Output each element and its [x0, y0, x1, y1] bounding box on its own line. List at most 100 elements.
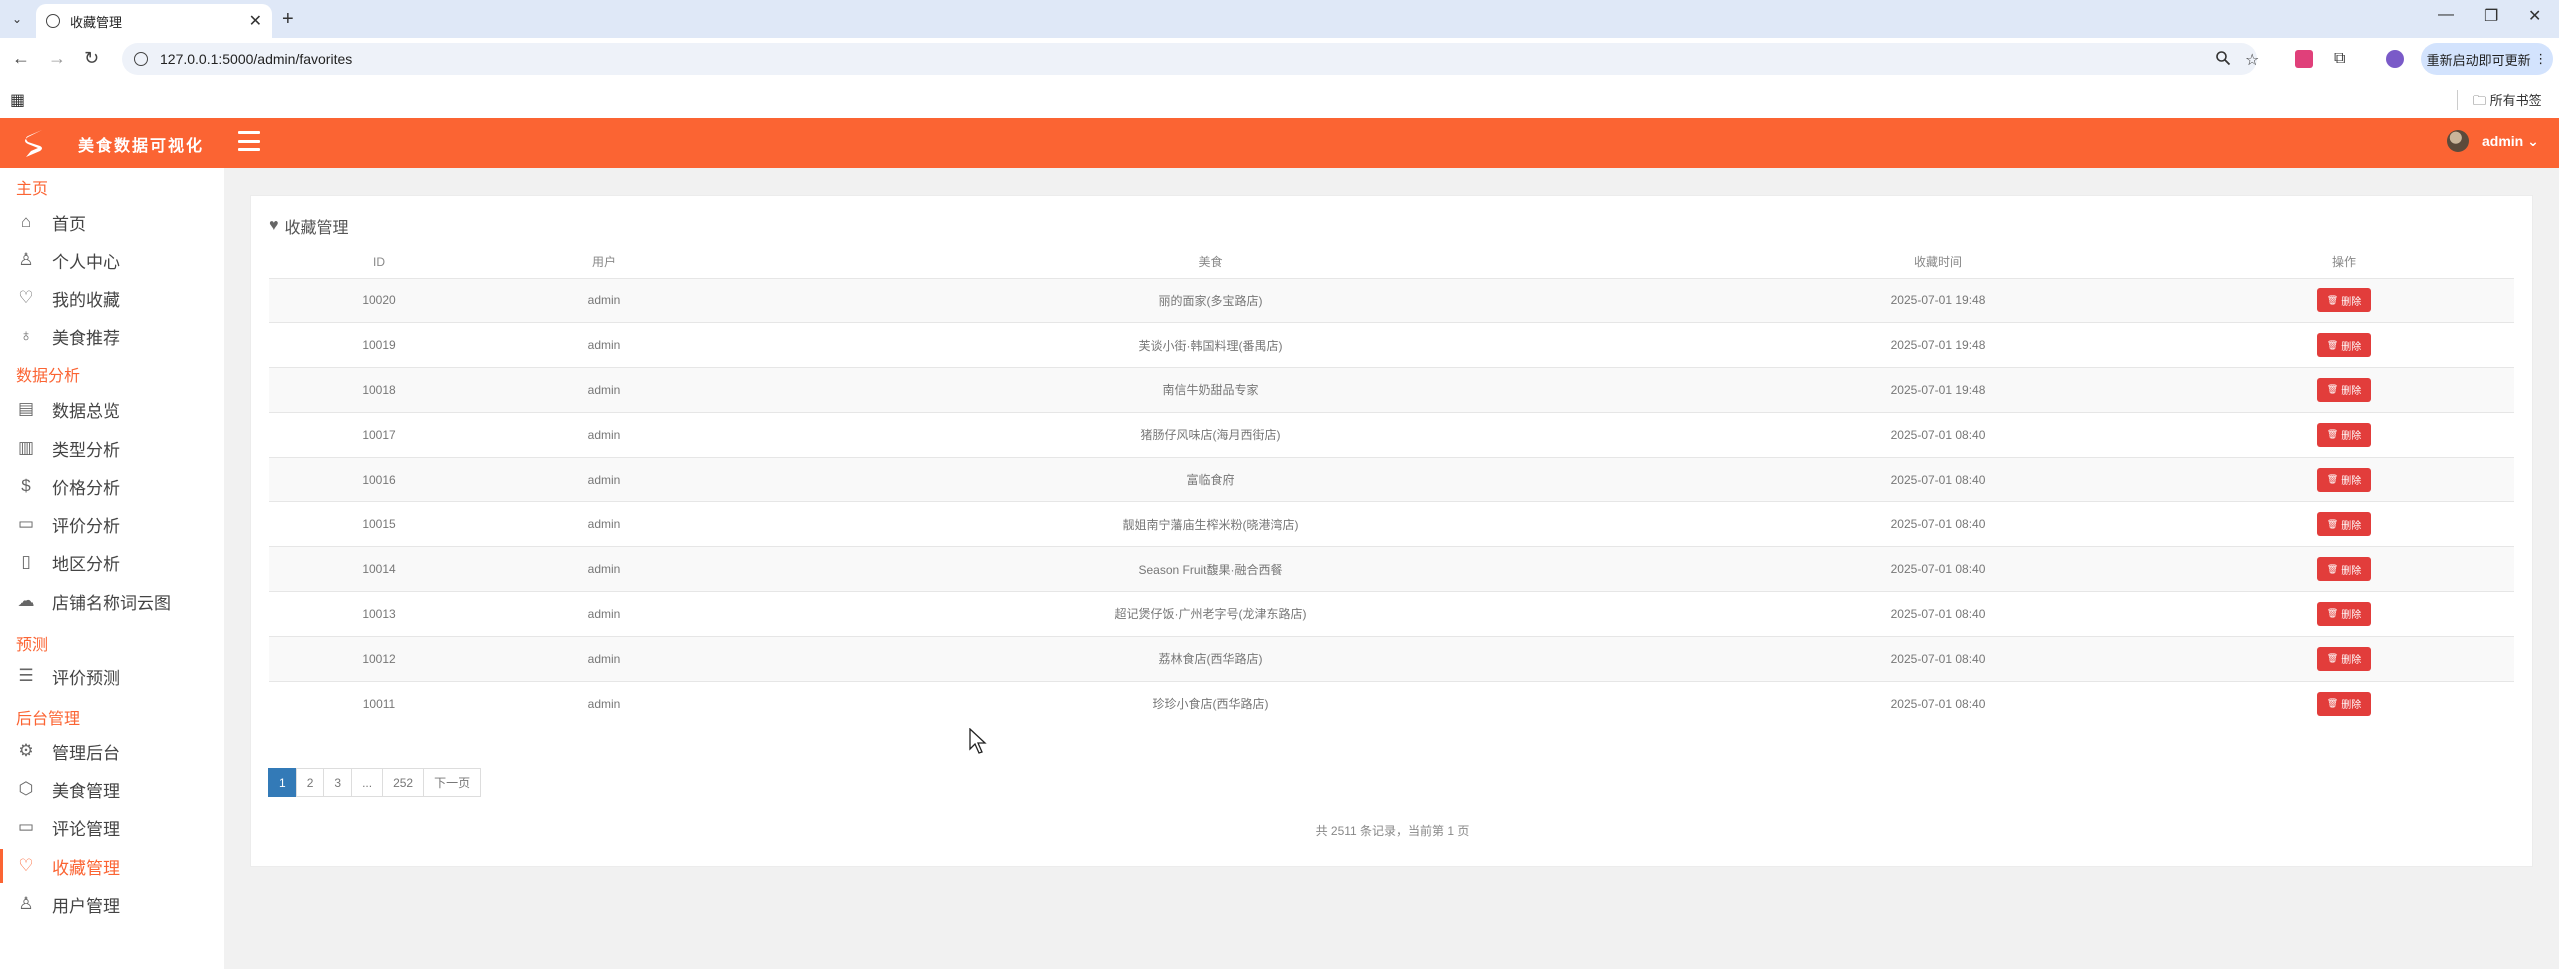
column-header-time[interactable]: 收藏时间	[1702, 246, 2174, 278]
table-row: 10011 admin 珍珍小食店(西华路店) 2025-07-01 08:40 🗑 删除	[269, 680, 2514, 726]
profile-avatar-icon[interactable]	[2386, 50, 2404, 68]
sidebar-item-home[interactable]: ⌂ 首页	[0, 205, 224, 239]
cell-action: 🗑 删除	[2174, 456, 2514, 502]
sidebar-item-label: 管理后台	[52, 743, 120, 763]
reload-icon[interactable]: ↻	[84, 48, 99, 69]
sidebar-item-my-favorites[interactable]: ♡ 我的收藏	[0, 281, 224, 315]
extensions-puzzle-icon[interactable]: ⧉	[2334, 50, 2345, 68]
window-close-icon[interactable]: ✕	[2528, 6, 2541, 26]
delete-label: 删除	[2341, 386, 2362, 398]
delete-button[interactable]: 🗑 删除	[2317, 467, 2371, 492]
extension-red-icon[interactable]	[2295, 50, 2313, 68]
heart-icon: ♡	[18, 288, 34, 307]
sidebar-item-wordcloud[interactable]: ☁ 店铺名称词云图	[0, 584, 224, 618]
cell-food: 南信牛奶甜品专家	[719, 367, 1702, 413]
address-bar[interactable]: 127.0.0.1:5000/admin/favorites	[122, 43, 2257, 75]
page-252-button[interactable]: 252	[382, 768, 425, 797]
url-text[interactable]: 127.0.0.1:5000/admin/favorites	[160, 51, 352, 67]
column-header-user[interactable]: 用户	[489, 246, 719, 278]
site-info-icon[interactable]	[134, 52, 148, 66]
cell-food: Season Fruit馥果·融合西餐	[719, 546, 1702, 592]
gear-icon: ⚙	[18, 741, 34, 760]
sidebar-item-review-predict[interactable]: ☰ 评价预测	[0, 659, 224, 693]
sidebar-item-overview[interactable]: ▤ 数据总览	[0, 392, 224, 426]
back-icon[interactable]: ←	[12, 48, 30, 69]
page-2-button[interactable]: 2	[295, 768, 325, 797]
cell-id: 10013	[269, 591, 489, 637]
sidebar-item-user-manage[interactable]: ♙ 用户管理	[0, 887, 224, 921]
tab-list-icon[interactable]: ⌄	[6, 8, 28, 30]
cell-id: 10011	[269, 680, 489, 726]
sidebar-item-price-analysis[interactable]: $ 价格分析	[0, 469, 224, 503]
cell-time: 2025-07-01 08:40	[1702, 635, 2174, 682]
delete-button[interactable]: 🗑 删除	[2317, 288, 2371, 313]
restore-icon[interactable]: ❐	[2484, 6, 2498, 26]
forward-icon[interactable]: →	[48, 48, 66, 69]
column-header-id[interactable]: ID	[269, 246, 489, 278]
all-bookmarks-link[interactable]: 🗀 所有书签	[2473, 90, 2542, 114]
sidebar-item-label: 收藏管理	[52, 858, 120, 878]
sidebar-item-region-analysis[interactable]: ▯ 地区分析	[0, 545, 224, 579]
cell-action: 🗑 删除	[2174, 367, 2514, 413]
delete-label: 删除	[2341, 655, 2362, 667]
table-row: 10015 admin 靓姐南宁藩庙生榨米粉(晓港湾店) 2025-07-01 08:…	[269, 501, 2514, 547]
bulb-icon: ♁	[19, 326, 33, 345]
delete-button[interactable]: 🗑 删除	[2317, 646, 2371, 671]
sidebar-item-label: 用户管理	[52, 896, 120, 916]
tab-close-icon[interactable]: ✕	[249, 11, 262, 31]
trash-icon: 🗑	[2326, 429, 2339, 440]
sidebar-item-comment-manage[interactable]: ▭ 评论管理	[0, 810, 224, 844]
table-row: 10013 admin 超记煲仔饭·广州老字号(龙津东路店) 2025-07-01 0…	[269, 591, 2514, 637]
page-ellipsis: ...	[351, 768, 384, 797]
sidebar-item-label: 个人中心	[52, 252, 120, 272]
favorites-table: ID 用户 美食 收藏时间 操作 10020 admin 丽的面家(多宝路店) 202…	[269, 246, 2514, 726]
apps-grid-icon[interactable]: ▦	[10, 90, 25, 110]
sidebar-item-profile[interactable]: ♙ 个人中心	[0, 243, 224, 277]
minimize-icon[interactable]: —	[2438, 6, 2454, 24]
cell-id: 10019	[269, 322, 489, 368]
cell-action: 🗑 删除	[2174, 546, 2514, 592]
sidebar-item-type-analysis[interactable]: ▥ 类型分析	[0, 431, 224, 465]
next-page-button[interactable]: 下一页	[423, 768, 482, 797]
sidebar-item-recommend[interactable]: ♁ 美食推荐	[0, 319, 224, 353]
cell-user: admin	[489, 277, 719, 323]
new-tab-icon[interactable]: +	[282, 8, 294, 31]
sidebar-item-admin-dashboard[interactable]: ⚙ 管理后台	[0, 734, 224, 768]
cell-food: 珍珍小食店(西华路店)	[719, 680, 1702, 726]
delete-button[interactable]: 🗑 删除	[2317, 512, 2371, 537]
page-3-button[interactable]: 3	[323, 768, 353, 797]
browser-tab-active[interactable]: 收藏管理 ✕	[36, 4, 272, 38]
update-label: 重新启动即可更新	[2426, 52, 2531, 68]
sidebar-item-label: 评论管理	[52, 819, 120, 839]
delete-button[interactable]: 🗑 删除	[2317, 422, 2371, 447]
sidebar-group-predict: 预测	[16, 637, 49, 654]
delete-button[interactable]: 🗑 删除	[2317, 691, 2371, 716]
favorites-card: ♥ 收藏管理 ID 用户 美食 收藏时间 操作 10020 admin 丽的面家(多…	[250, 195, 2533, 867]
page-1-button[interactable]: 1	[268, 768, 297, 797]
user-menu[interactable]: admin ⌄	[2482, 133, 2539, 150]
sidebar-item-review-analysis[interactable]: ▭ 评价分析	[0, 507, 224, 541]
column-header-food[interactable]: 美食	[719, 246, 1702, 278]
zoom-icon[interactable]	[2215, 50, 2231, 71]
sidebar-item-favorites-manage[interactable]: ♡ 收藏管理	[0, 849, 224, 883]
sidebar: 主页 ⌂ 首页 ♙ 个人中心 ♡ 我的收藏 ♁ 美食推荐 数据分析 ▤ 数据总览 ▥ 类型分…	[0, 168, 224, 969]
cell-user: admin	[489, 411, 719, 458]
brand-title[interactable]: 美食数据可视化	[78, 132, 204, 156]
delete-button[interactable]: 🗑 删除	[2317, 333, 2371, 358]
bookmark-star-icon[interactable]: ☆	[2245, 50, 2259, 70]
user-avatar[interactable]	[2447, 130, 2469, 152]
delete-button[interactable]: 🗑 删除	[2317, 557, 2371, 582]
delete-button[interactable]: 🗑 删除	[2317, 377, 2371, 402]
sidebar-item-food-manage[interactable]: ⬡ 美食管理	[0, 772, 224, 806]
delete-button[interactable]: 🗑 删除	[2317, 601, 2371, 626]
logo-icon[interactable]	[18, 126, 52, 160]
sidebar-item-label: 店铺名称词云图	[52, 593, 171, 613]
update-button[interactable]: 重新启动即可更新 ⋮	[2421, 43, 2553, 75]
cell-user: admin	[489, 680, 719, 726]
page-title: ♥ 收藏管理	[269, 214, 349, 238]
sidebar-item-label: 我的收藏	[52, 290, 120, 310]
menu-toggle-icon[interactable]	[238, 131, 260, 151]
cell-id: 10018	[269, 367, 489, 413]
browser-tabstrip: ⌄ 收藏管理 ✕ + — ❐ ✕	[0, 0, 2559, 38]
cell-food: 富临食府	[719, 456, 1702, 502]
